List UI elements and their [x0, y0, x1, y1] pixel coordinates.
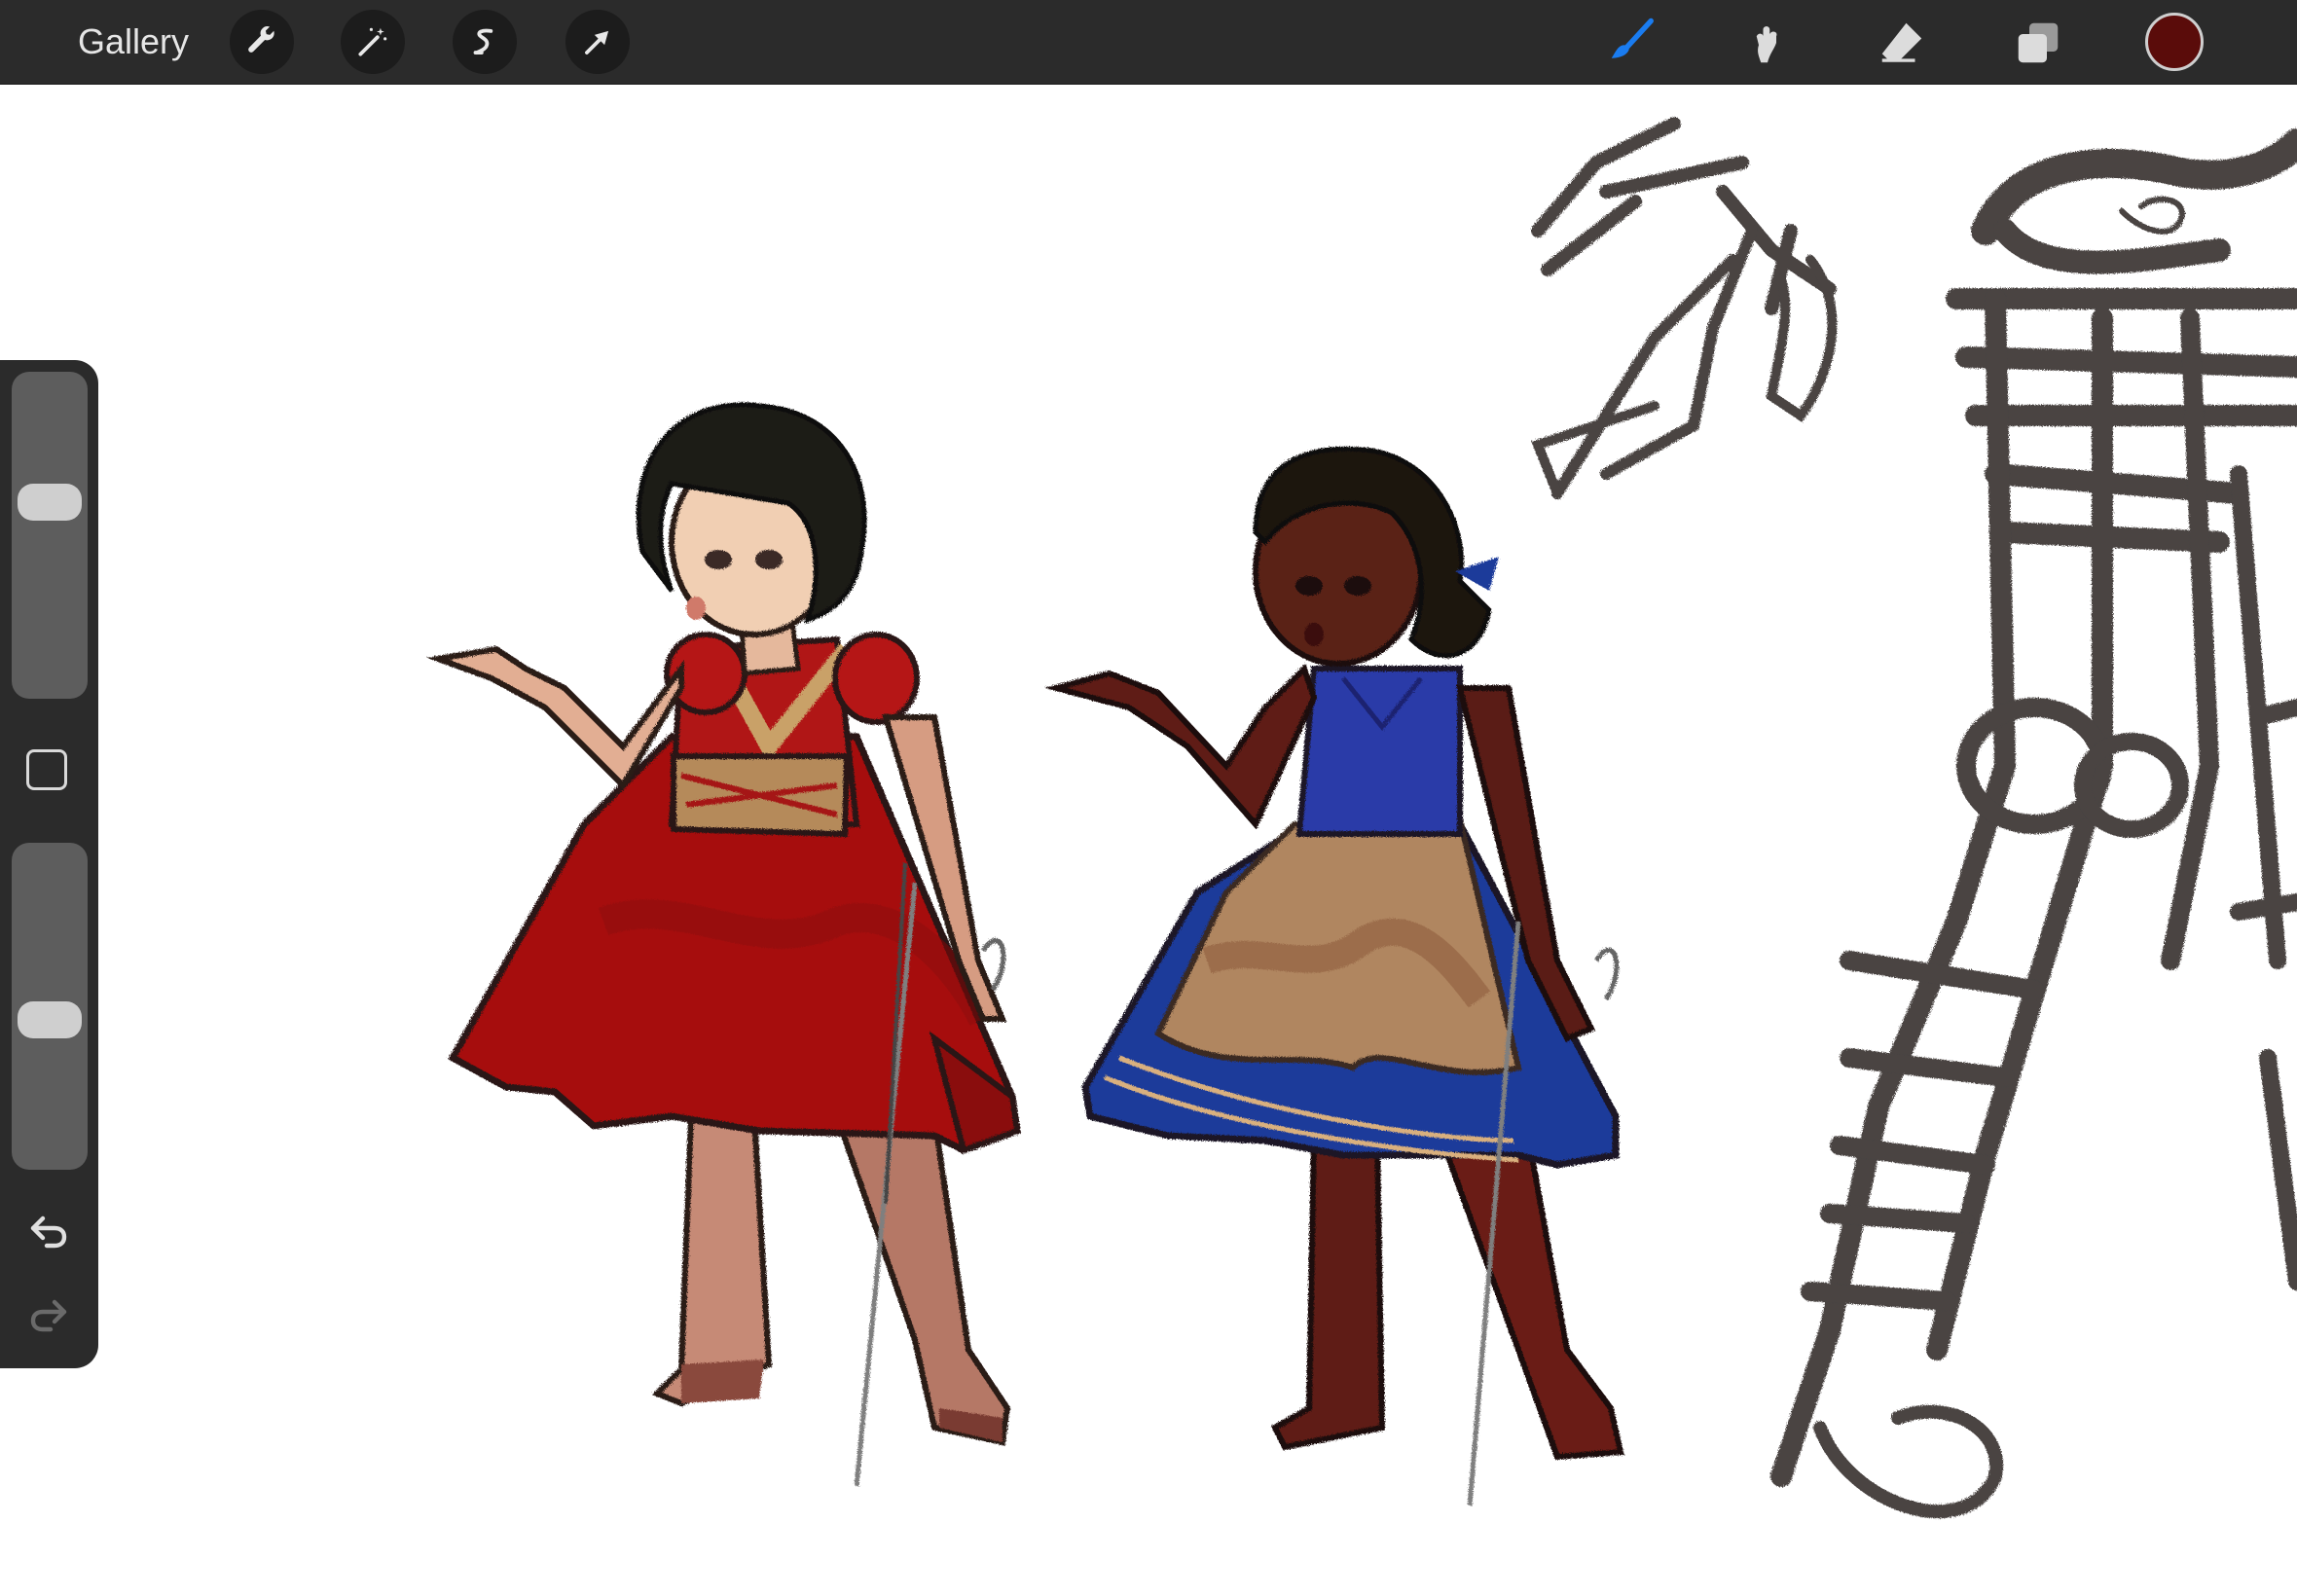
modify-button[interactable]: [26, 749, 67, 790]
drawing-canvas[interactable]: [0, 85, 2297, 1596]
top-toolbar: Gallery: [0, 0, 2297, 85]
actions-wrench-icon[interactable]: [230, 10, 294, 74]
figure-red-dress: [426, 402, 1021, 1487]
artwork: [426, 117, 2297, 1519]
transform-arrow-icon[interactable]: [565, 10, 630, 74]
brush-icon[interactable]: [1602, 14, 1660, 72]
brush-size-slider[interactable]: [12, 372, 88, 699]
left-sidebar: [0, 360, 98, 1368]
adjustments-wand-icon[interactable]: [341, 10, 405, 74]
eraser-icon[interactable]: [1873, 14, 1931, 72]
layers-icon[interactable]: [2009, 14, 2067, 72]
color-picker-swatch[interactable]: [2145, 13, 2204, 71]
opacity-slider[interactable]: [12, 843, 88, 1170]
smudge-icon[interactable]: [1738, 14, 1797, 72]
undo-icon[interactable]: [25, 1209, 72, 1255]
figure-blue-dress: [1044, 446, 1624, 1506]
selection-icon[interactable]: [453, 10, 517, 74]
brush-size-slider-thumb[interactable]: [18, 483, 82, 521]
opacity-slider-thumb[interactable]: [18, 1001, 82, 1039]
figure-rough-sketch: [1531, 117, 2297, 1519]
redo-icon[interactable]: [25, 1292, 72, 1339]
gallery-button[interactable]: Gallery: [78, 19, 189, 64]
